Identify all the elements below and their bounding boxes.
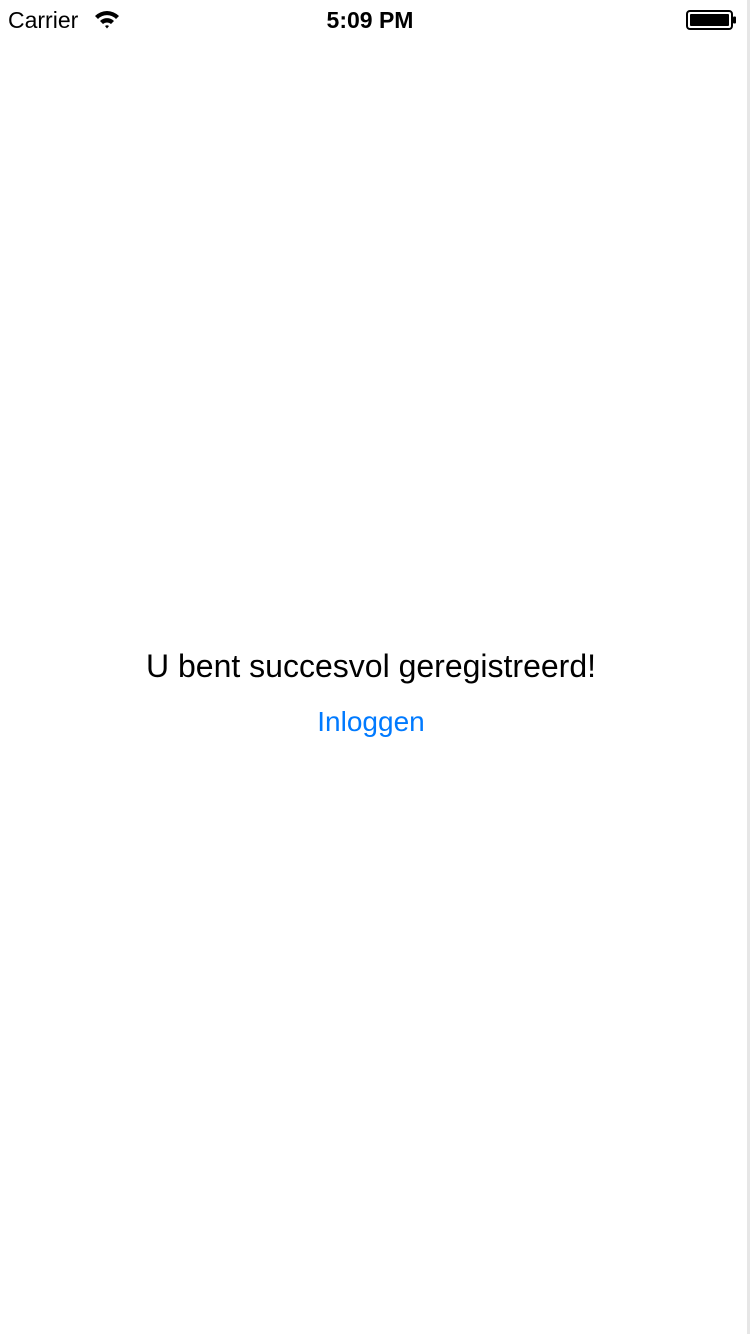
status-bar: Carrier 5:09 PM [0, 0, 750, 40]
battery-icon [686, 10, 738, 30]
success-message: U bent succesvol geregistreerd! [146, 648, 596, 684]
login-button[interactable]: Inloggen [317, 694, 424, 750]
registration-success-panel: U bent succesvol geregistreerd! Inloggen [0, 640, 742, 750]
app-screen: Carrier 5:09 PM U bent succesvol geregis… [0, 0, 750, 1334]
status-time: 5:09 PM [326, 7, 414, 33]
